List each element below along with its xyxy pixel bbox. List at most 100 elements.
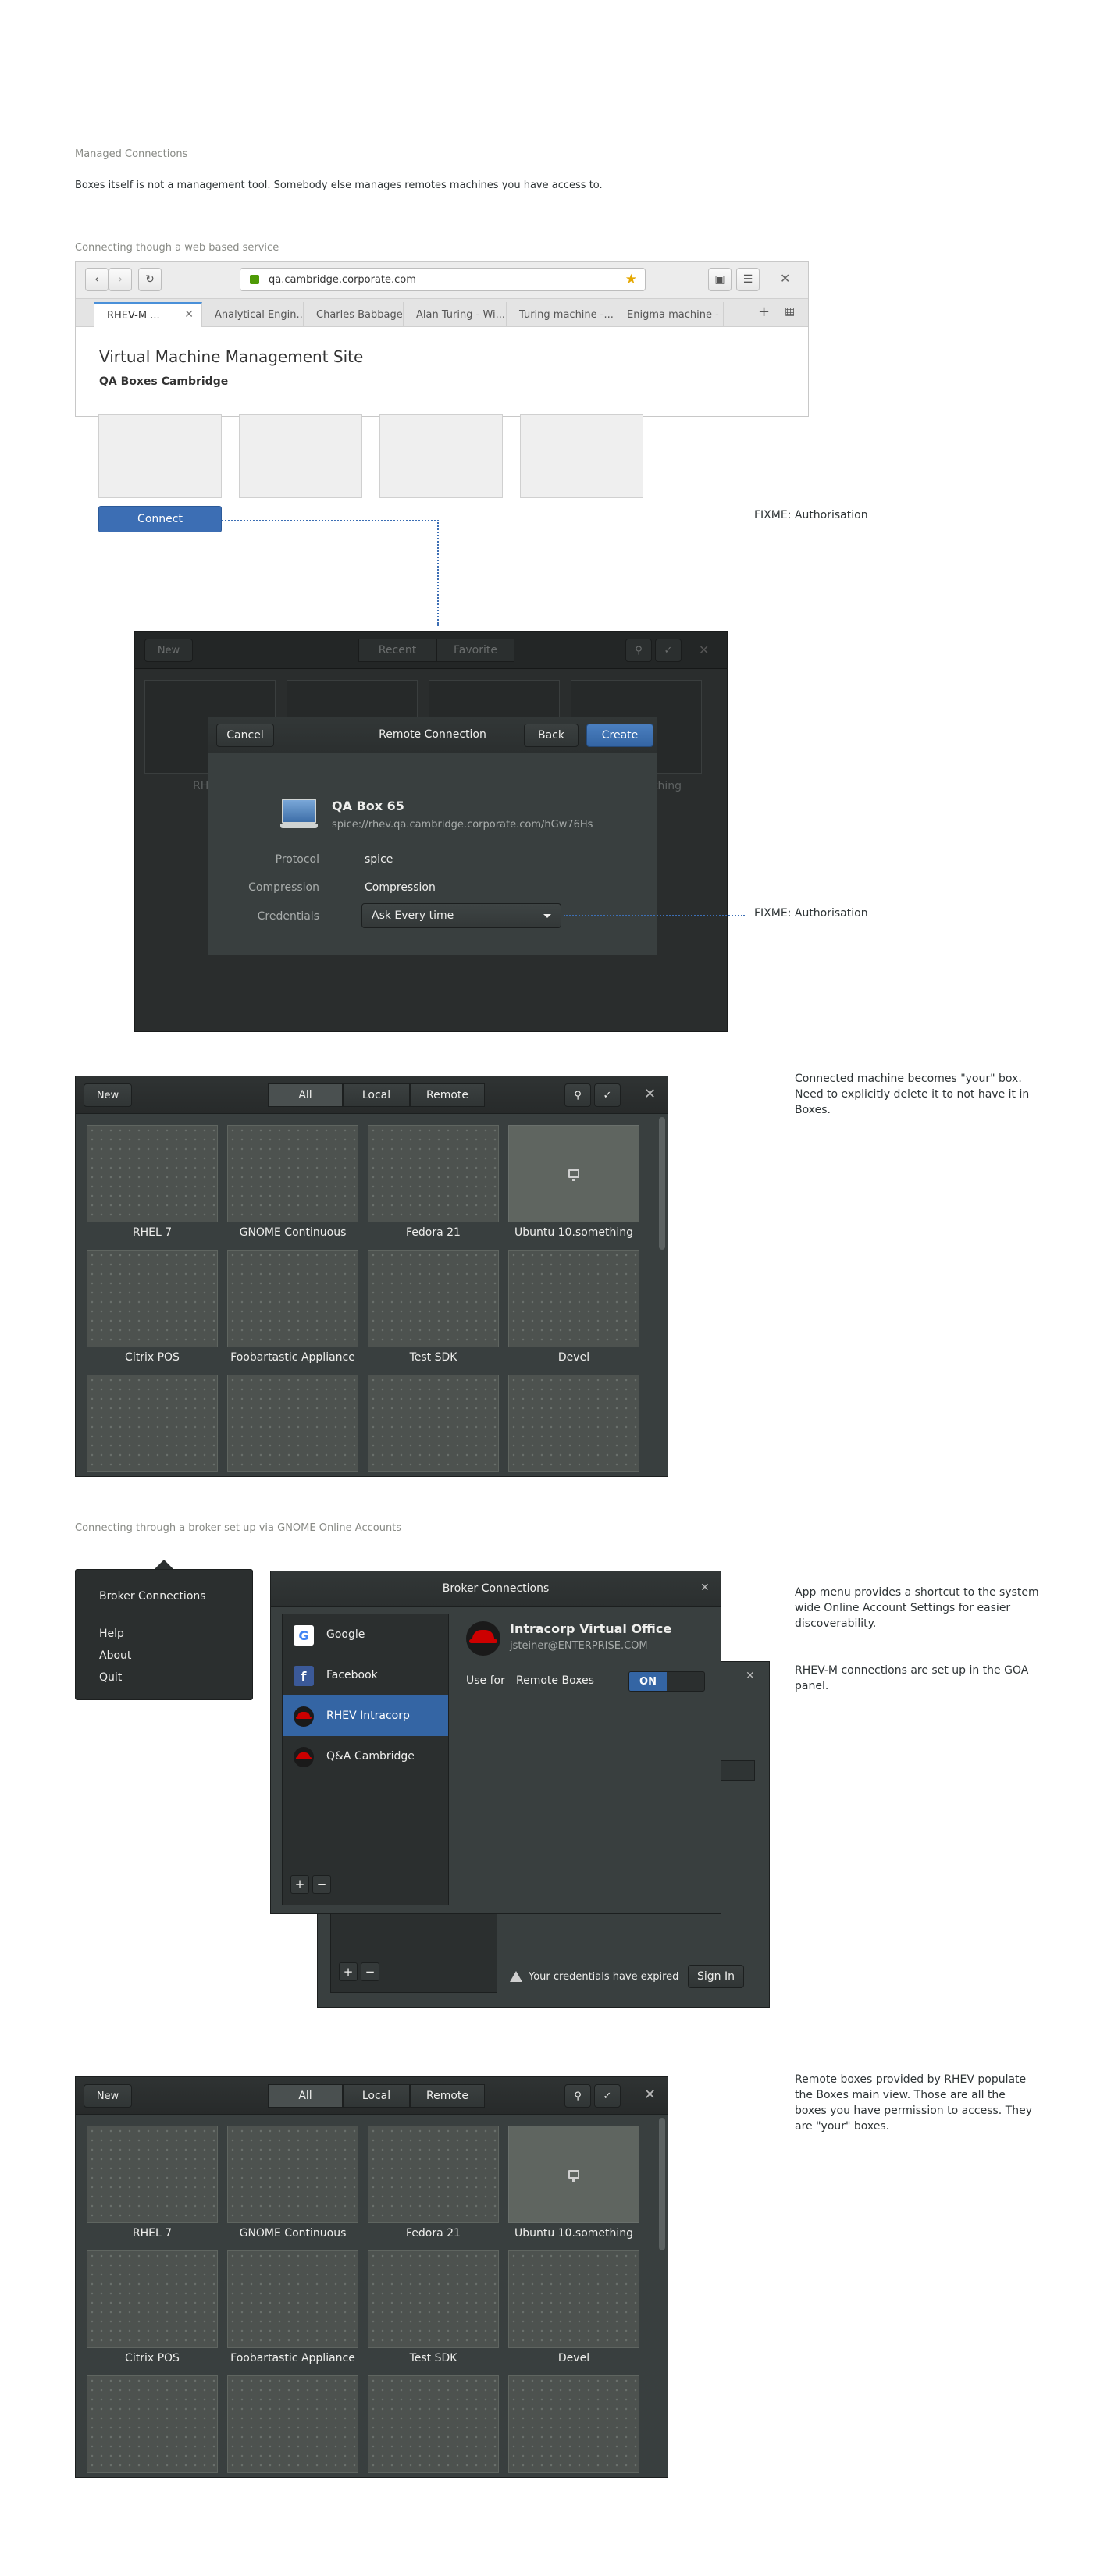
box-thumbnail[interactable]	[368, 1375, 499, 1472]
sign-in-button[interactable]: Sign In	[688, 1965, 744, 1988]
filter-local[interactable]: Local	[343, 1083, 410, 1107]
remote-boxes-label: Remote Boxes	[516, 1674, 594, 1687]
account-row-google[interactable]: G Google	[283, 1614, 448, 1655]
box-thumbnail[interactable]	[87, 2375, 218, 2473]
tab-overview-icon[interactable]: ▦	[785, 305, 795, 318]
menu-button[interactable]: ☰	[736, 268, 760, 291]
entry-field[interactable]	[717, 1760, 755, 1781]
menu-item-quit[interactable]: Quit	[99, 1671, 122, 1684]
box-thumbnail[interactable]	[508, 2126, 639, 2223]
box-thumbnail[interactable]	[368, 1250, 499, 1347]
tab-charles-babbage[interactable]: Charles Babbage...	[304, 302, 404, 327]
site-vm-thumbnail[interactable]	[520, 414, 643, 498]
box-thumbnail[interactable]	[227, 1375, 358, 1472]
site-vm-thumbnail[interactable]	[98, 414, 222, 498]
remove-icon[interactable]: −	[361, 1962, 379, 1981]
downloads-button[interactable]: ▣	[708, 268, 732, 291]
account-name: Intracorp Virtual Office	[510, 1621, 672, 1636]
reload-button[interactable]: ↻	[138, 268, 162, 291]
box-thumbnail[interactable]	[508, 1250, 639, 1347]
box-thumbnail[interactable]	[227, 2250, 358, 2348]
box-thumbnail[interactable]	[87, 2126, 218, 2223]
bookmark-star-icon[interactable]: ★	[625, 272, 637, 287]
account-email: jsteiner@ENTERPRISE.COM	[510, 1640, 648, 1652]
new-button[interactable]: New	[84, 2084, 132, 2108]
box-thumbnail[interactable]	[87, 1250, 218, 1347]
site-vm-thumbnail[interactable]	[239, 414, 362, 498]
tab-rhevm[interactable]: RHEV-M ... ✕	[94, 302, 202, 327]
forward-button[interactable]: ›	[109, 268, 132, 291]
box-thumbnail[interactable]	[368, 2250, 499, 2348]
filter-remote[interactable]: Remote	[410, 1083, 485, 1107]
add-icon[interactable]: +	[290, 1875, 309, 1894]
account-label: Google	[326, 1628, 365, 1641]
tab-analytical-engine[interactable]: Analytical Engin...	[202, 302, 304, 327]
tab-close-icon[interactable]: ✕	[184, 308, 194, 321]
url-bar[interactable]: qa.cambridge.corporate.com ★	[240, 268, 646, 291]
box-label: RHEL 7	[132, 2227, 173, 2240]
close-icon[interactable]: ✕	[780, 271, 790, 286]
filter-local[interactable]: Local	[343, 2084, 410, 2108]
remote-boxes-switch[interactable]: ON	[628, 1671, 705, 1692]
account-row-facebook[interactable]: f Facebook	[283, 1655, 448, 1695]
box-thumbnail[interactable]	[227, 1125, 358, 1222]
create-button[interactable]: Create	[586, 724, 653, 747]
credentials-value: Ask Every time	[372, 909, 454, 922]
back-button[interactable]: Back	[524, 724, 579, 747]
filter-remote[interactable]: Remote	[410, 2084, 485, 2108]
tab-label: RHEV-M ...	[107, 309, 160, 322]
new-button[interactable]: New	[84, 1083, 132, 1107]
box-thumbnail[interactable]	[87, 1125, 218, 1222]
box-thumbnail[interactable]	[508, 1375, 639, 1472]
filter-all[interactable]: All	[268, 1083, 343, 1107]
back-button[interactable]: ‹	[85, 268, 109, 291]
scrollbar[interactable]	[659, 2118, 665, 2250]
box-thumbnail[interactable]	[87, 2250, 218, 2348]
tab-alan-turing[interactable]: Alan Turing - Wi...	[404, 302, 507, 327]
site-vm-thumbnail[interactable]	[379, 414, 503, 498]
new-tab-icon[interactable]: +	[758, 304, 770, 320]
tab-enigma-machine[interactable]: Enigma machine -	[614, 302, 724, 327]
use-for-label: Use for	[466, 1674, 505, 1687]
redhat-icon	[466, 1621, 500, 1656]
menu-item-broker-connections[interactable]: Broker Connections	[99, 1590, 206, 1603]
menu-item-about[interactable]: About	[99, 1649, 131, 1662]
connect-button[interactable]: Connect	[98, 506, 222, 532]
box-thumbnail[interactable]	[368, 2126, 499, 2223]
box-label: Fedora 21	[406, 2227, 461, 2240]
box-thumbnail[interactable]	[227, 2126, 358, 2223]
new-button: New	[144, 639, 193, 662]
tab-turing-machine[interactable]: Turing machine -...	[507, 302, 614, 327]
url-text: qa.cambridge.corporate.com	[269, 273, 416, 286]
selection-button[interactable]: ✓	[594, 2084, 621, 2108]
box-thumbnail[interactable]	[368, 2375, 499, 2473]
reload-icon: ↻	[145, 273, 155, 286]
account-row-rhev-intracorp[interactable]: RHEV Intracorp	[283, 1695, 448, 1736]
box-thumbnail[interactable]	[227, 2375, 358, 2473]
box-thumbnail[interactable]	[508, 2250, 639, 2348]
add-icon[interactable]: +	[339, 1962, 358, 1981]
box-thumbnail[interactable]	[87, 1375, 218, 1472]
remove-icon[interactable]: −	[312, 1875, 331, 1894]
selection-button[interactable]: ✓	[594, 1083, 621, 1107]
close-icon[interactable]: ✕	[700, 1582, 710, 1594]
box-thumbnail[interactable]	[508, 1125, 639, 1222]
credentials-combo[interactable]: Ask Every time	[361, 903, 561, 928]
search-icon: ⚲	[625, 639, 652, 662]
box-thumbnail[interactable]	[227, 1250, 358, 1347]
close-icon[interactable]: ✕	[644, 2087, 656, 2103]
close-icon[interactable]: ✕	[746, 1670, 755, 1682]
laptop-icon	[280, 799, 318, 833]
search-icon: ⚲	[574, 1089, 582, 1101]
box-thumbnail[interactable]	[368, 1125, 499, 1222]
filter-all[interactable]: All	[268, 2084, 343, 2108]
menu-item-help[interactable]: Help	[99, 1628, 124, 1640]
account-row-qa-cambridge[interactable]: Q&A Cambridge	[283, 1736, 448, 1777]
box-thumbnail[interactable]	[508, 2375, 639, 2473]
search-button[interactable]: ⚲	[564, 1083, 591, 1107]
headerbar: New All Local Remote ⚲ ✓ ✕	[76, 2077, 668, 2115]
intro-description: Boxes itself is not a management tool. S…	[75, 180, 603, 191]
scrollbar[interactable]	[659, 1117, 665, 1250]
search-button[interactable]: ⚲	[564, 2084, 591, 2108]
close-icon[interactable]: ✕	[644, 1086, 656, 1102]
